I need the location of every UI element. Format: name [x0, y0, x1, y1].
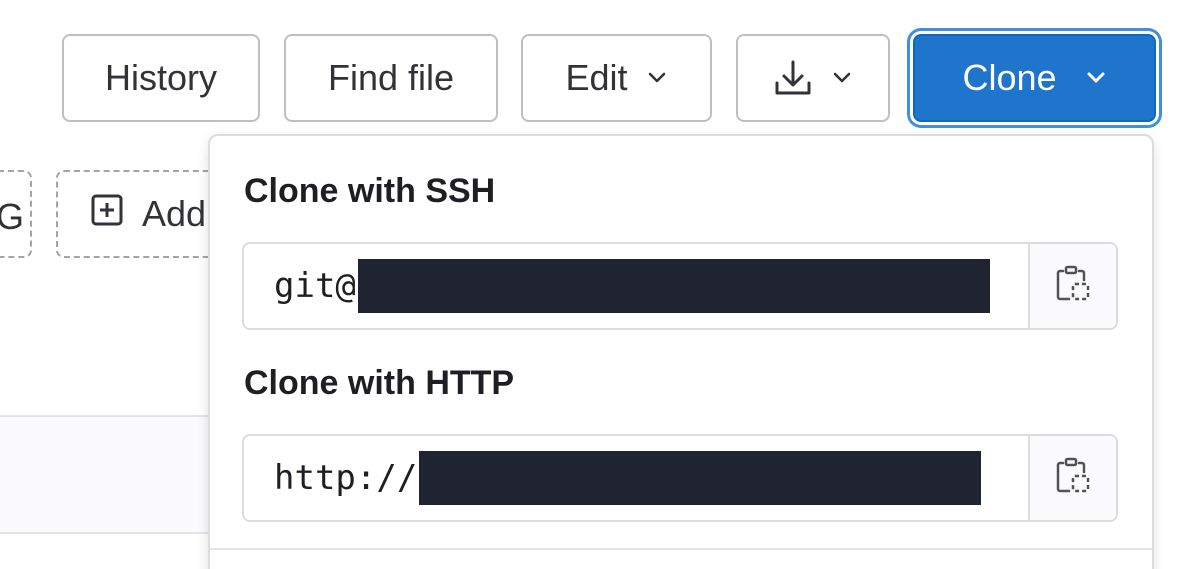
find-file-button-label: Find file [327, 57, 455, 98]
clone-ssh-field: git@ [242, 242, 1118, 330]
clone-http-title: Clone with HTTP [244, 364, 515, 402]
ssh-url-prefix: git@ [274, 266, 356, 306]
copy-ssh-url-button[interactable] [1028, 244, 1116, 328]
find-file-button[interactable]: Find file [284, 34, 498, 122]
clone-button[interactable]: Clone [913, 34, 1156, 122]
partial-dashed-button-label: G [0, 196, 24, 237]
copy-to-clipboard-icon [1055, 456, 1091, 501]
chevron-down-icon [831, 67, 853, 89]
redacted-ssh-url [357, 259, 990, 313]
clone-http-field: http:// [242, 434, 1118, 522]
clone-dropdown: Clone with SSH git@ Clone with HTTP http… [208, 134, 1154, 569]
history-button-label: History [104, 57, 217, 98]
plus-square-icon [90, 193, 124, 236]
http-url-input[interactable]: http:// [244, 436, 1028, 520]
http-url-prefix: http:// [274, 458, 418, 498]
ssh-url-input[interactable]: git@ [244, 244, 1028, 328]
chevron-down-icon [646, 67, 668, 89]
clone-button-label: Clone [962, 57, 1057, 98]
edit-button-label: Edit [565, 57, 628, 98]
redacted-http-url [419, 451, 982, 505]
add-button-label: Add [142, 193, 207, 234]
history-button[interactable]: History [62, 34, 260, 122]
download-button[interactable] [736, 34, 890, 122]
edit-button[interactable]: Edit [521, 34, 712, 122]
table-header-band [0, 417, 230, 532]
divider [0, 532, 230, 534]
download-icon [773, 58, 813, 98]
copy-http-url-button[interactable] [1028, 436, 1116, 520]
clone-ssh-title: Clone with SSH [244, 172, 496, 210]
repository-page: G Add History Find file Edit Clone Clone… [0, 0, 1200, 569]
chevron-down-icon [1085, 67, 1107, 89]
partial-dashed-button[interactable]: G [0, 170, 32, 258]
dropdown-divider [210, 548, 1152, 550]
copy-to-clipboard-icon [1055, 264, 1091, 309]
